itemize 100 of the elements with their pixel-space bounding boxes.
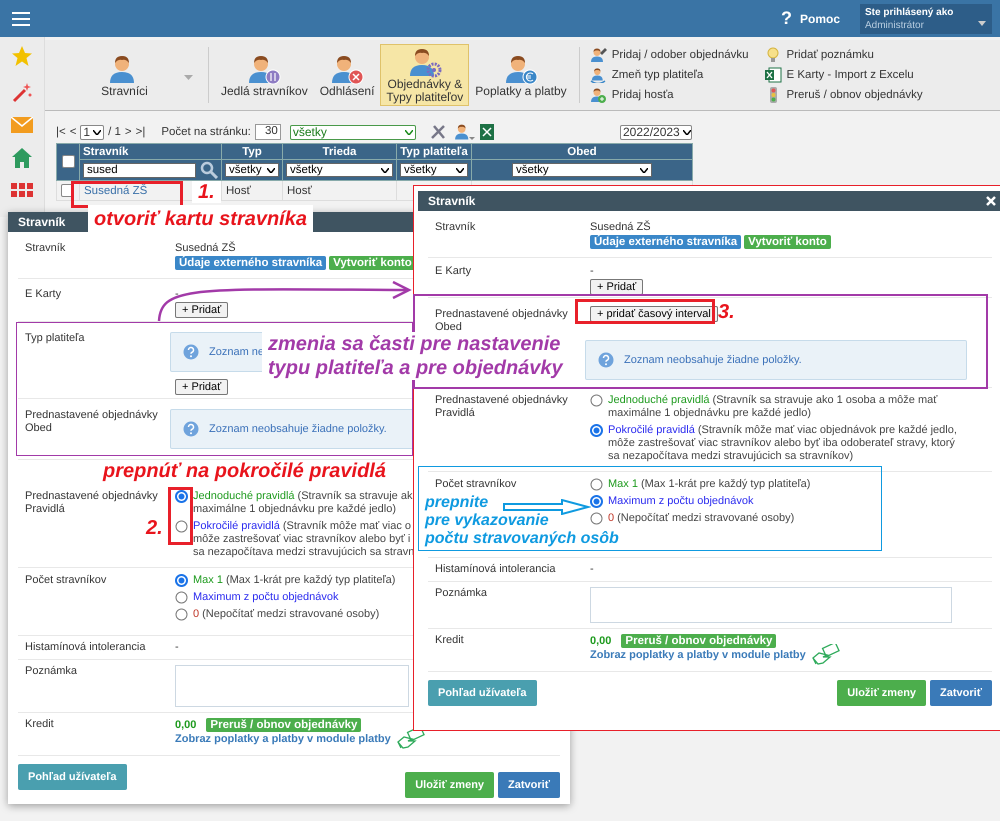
option-label[interactable]: 0 bbox=[193, 608, 200, 620]
help-link[interactable]: Pomoc bbox=[800, 12, 840, 26]
question-icon bbox=[183, 344, 199, 360]
name-link[interactable]: Susedná ZŠ bbox=[84, 184, 148, 196]
home-icon[interactable] bbox=[11, 147, 33, 169]
option-description: (Nepočítať medzi stravované osoby) bbox=[617, 512, 794, 524]
close-icon[interactable] bbox=[986, 196, 996, 206]
annotation-text: prepnite bbox=[425, 494, 488, 512]
last-page-link[interactable]: >| bbox=[136, 126, 146, 138]
field-label: Poznámka bbox=[25, 665, 77, 678]
hand-money-icon bbox=[396, 728, 425, 750]
per-page-field[interactable]: 30 bbox=[254, 124, 281, 140]
question-icon bbox=[183, 421, 199, 437]
column-header[interactable]: Trieda bbox=[282, 144, 396, 160]
radio-button[interactable] bbox=[175, 520, 188, 533]
dialog-title: Stravník bbox=[18, 215, 66, 229]
radio-button[interactable] bbox=[590, 478, 603, 491]
option-label[interactable]: Max 1 bbox=[608, 478, 638, 490]
caret-icon bbox=[267, 168, 275, 172]
option-description: (Max 1-krát pre každý typ platiteľa) bbox=[226, 574, 396, 586]
toolbar-action[interactable]: Pridaj / odober objednávku bbox=[590, 45, 749, 65]
option-label[interactable]: Jednoduché pravidlá bbox=[193, 490, 295, 502]
radio-button[interactable] bbox=[175, 574, 188, 587]
close-button[interactable]: Zatvoriť bbox=[930, 680, 992, 706]
add-interval-button[interactable]: + pridať časový interval bbox=[590, 306, 718, 322]
column-header[interactable]: Stravník bbox=[80, 144, 222, 160]
dialog-title: Stravník bbox=[428, 194, 476, 208]
payments-link[interactable]: Zobraz poplatky a platby v module platby bbox=[590, 649, 806, 661]
spreadsheet-icon[interactable] bbox=[480, 124, 494, 140]
field-label: Prednastavené objednávky Obed bbox=[435, 308, 569, 334]
radio-button[interactable] bbox=[590, 495, 603, 508]
radio-button[interactable] bbox=[590, 394, 603, 407]
option-label[interactable]: Maximum z počtu objednávok bbox=[193, 591, 339, 603]
person-settings-icon[interactable] bbox=[454, 123, 476, 141]
payments-link[interactable]: Zobraz poplatky a platby v module platby bbox=[175, 733, 391, 745]
column-header[interactable]: Typ bbox=[222, 144, 282, 160]
option-label[interactable]: Pokročilé pravidlá bbox=[608, 424, 695, 436]
next-page-link[interactable]: > bbox=[124, 126, 132, 138]
filter-select[interactable]: všetky bbox=[286, 163, 393, 177]
user-menu[interactable]: Ste prihlásený ako Administrátor bbox=[860, 4, 992, 34]
previous-page-link[interactable]: < bbox=[70, 126, 76, 138]
option-label[interactable]: 0 bbox=[608, 512, 614, 524]
option-label[interactable]: Maximum z počtu objednávok bbox=[608, 495, 754, 507]
magic-wand-icon[interactable] bbox=[11, 81, 33, 103]
radio-button[interactable] bbox=[590, 424, 603, 437]
filter-select[interactable]: všetky bbox=[400, 163, 468, 177]
hand-money-icon bbox=[812, 644, 840, 666]
filter-select[interactable]: všetky bbox=[290, 124, 416, 140]
radio-button[interactable] bbox=[175, 591, 188, 604]
year-select[interactable]: 2022/2023 bbox=[620, 124, 692, 140]
radio-button[interactable] bbox=[590, 512, 603, 525]
toolbar-action[interactable]: Pridať poznámku bbox=[764, 45, 923, 65]
details-button[interactable]: Údaje externého stravníka bbox=[590, 235, 742, 249]
option-description: (Stravník sa stravuje ak bbox=[298, 490, 412, 502]
table-cell: Hosť bbox=[287, 184, 312, 196]
table-cell: Hosť bbox=[226, 184, 251, 196]
toolbar-action[interactable]: Preruš / obnov objednávky bbox=[764, 85, 923, 105]
note-field[interactable] bbox=[590, 587, 952, 623]
annotation-text: počtu stravovaných osôb bbox=[425, 530, 619, 548]
search-field[interactable]: sused bbox=[83, 162, 196, 178]
step-number: 2. bbox=[146, 517, 163, 539]
toolbar-button[interactable]: Poplatky a platby bbox=[469, 44, 573, 106]
add-button[interactable]: + Pridať bbox=[590, 279, 644, 295]
toolbar-button[interactable]: Jedlá stravníkov bbox=[215, 44, 314, 106]
menu-icon[interactable] bbox=[12, 12, 30, 26]
star-icon[interactable] bbox=[11, 45, 33, 67]
caret-icon bbox=[640, 168, 648, 172]
toolbar-action[interactable]: Zmeň typ platiteľa bbox=[590, 65, 749, 85]
option-description: sa nezapočítava medzi stravujúcich sa stravníkov) bbox=[608, 450, 854, 463]
toolbar-button[interactable]: Odhlásení bbox=[314, 44, 380, 106]
info-text: Zoznam neobsahuje žiadne položky. bbox=[624, 354, 802, 366]
search-icon[interactable] bbox=[200, 161, 218, 179]
note-field[interactable] bbox=[175, 665, 409, 707]
column-header[interactable]: Typ platiteľa bbox=[396, 144, 472, 160]
field-value: - bbox=[590, 563, 594, 575]
option-label[interactable]: Jednoduché pravidlá bbox=[608, 394, 710, 406]
option-label[interactable]: Pokročilé pravidlá bbox=[193, 520, 280, 532]
help-icon[interactable]: ? bbox=[780, 8, 792, 29]
details-button[interactable]: Údaje externého stravníka bbox=[175, 256, 326, 270]
step-number: 1. bbox=[192, 181, 221, 203]
toolbar-action[interactable]: E Karty - Import z Excelu bbox=[764, 65, 923, 85]
filter-select[interactable]: všetky bbox=[512, 163, 652, 177]
close-button[interactable]: Zatvoriť bbox=[498, 772, 560, 798]
toolbar-button[interactable]: Objednávky & Typy platiteľov bbox=[380, 44, 470, 106]
field-value: Susedná ZŠ bbox=[590, 221, 651, 233]
toolbar-button[interactable]: Stravníci bbox=[47, 44, 202, 106]
per-page-label: Počet na stránku: bbox=[161, 126, 251, 138]
column-header[interactable]: Obed bbox=[472, 144, 692, 160]
add-button[interactable]: + Pridať bbox=[175, 302, 228, 318]
toolbar-action[interactable]: Pridaj hosťa bbox=[590, 85, 749, 105]
option-label[interactable]: Max 1 bbox=[193, 574, 223, 586]
annotation-text: prepnúť na pokročilé pravidlá bbox=[103, 460, 386, 482]
filter-select[interactable]: všetky bbox=[225, 163, 279, 177]
caret-icon bbox=[978, 20, 986, 26]
add-button[interactable]: + Pridať bbox=[175, 379, 228, 395]
first-page-link[interactable]: |< bbox=[56, 126, 66, 138]
page-select[interactable]: 1 bbox=[80, 124, 104, 140]
radio-button[interactable] bbox=[175, 490, 188, 503]
select-all-checkbox[interactable] bbox=[62, 155, 74, 168]
radio-button[interactable] bbox=[175, 608, 188, 621]
